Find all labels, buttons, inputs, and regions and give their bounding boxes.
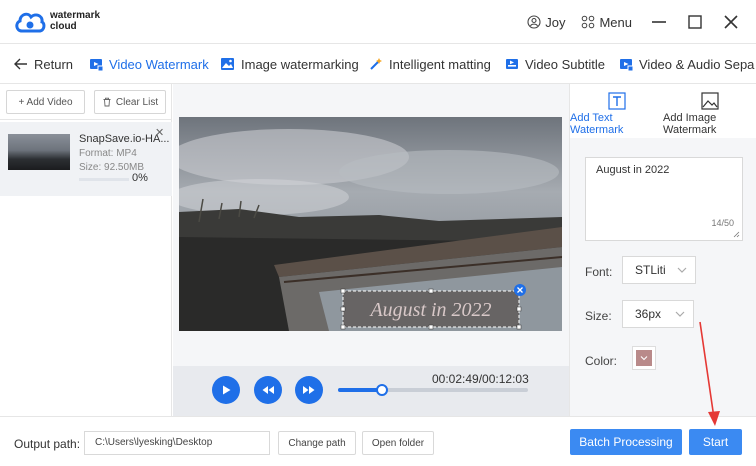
close-window-button[interactable] bbox=[720, 11, 742, 33]
tab-add-image-label: Add Image Watermark bbox=[663, 112, 717, 136]
file-progress-label: 0% bbox=[132, 172, 148, 184]
rewind-icon bbox=[262, 386, 274, 394]
app-logo-text: watermark cloud bbox=[50, 10, 100, 32]
tab-video-audio-separation[interactable]: Video & Audio Sepa bbox=[619, 44, 755, 83]
user-name: Joy bbox=[545, 14, 566, 30]
title-bar: watermark cloud Joy Menu bbox=[0, 0, 756, 44]
magic-wand-icon bbox=[370, 58, 382, 70]
tab-video-watermark-label: Video Watermark bbox=[109, 56, 209, 72]
character-counter: 14/50 bbox=[711, 218, 734, 228]
watermark-text-input[interactable]: August in 2022 14/50 bbox=[585, 157, 743, 241]
user-account[interactable]: Joy bbox=[527, 15, 565, 30]
tab-video-subtitle-label: Video Subtitle bbox=[525, 56, 605, 72]
chevron-down-icon bbox=[677, 267, 687, 273]
tab-add-text-watermark[interactable]: Add Text Watermark bbox=[570, 84, 662, 138]
logo-line-1: watermark bbox=[50, 10, 101, 21]
file-list-panel: + Add Video Clear List SnapSave.io-HA...… bbox=[0, 84, 172, 416]
output-path-field[interactable]: C:\Users\lyesking\Desktop bbox=[84, 431, 270, 455]
player-controls: 00:02:49/00:12:03 bbox=[173, 366, 569, 416]
color-swatch bbox=[636, 350, 652, 366]
tab-image-watermarking-label: Image watermarking bbox=[241, 56, 359, 72]
tab-intelligent-matting-label: Intelligent matting bbox=[389, 56, 491, 72]
chevron-down-icon bbox=[640, 356, 648, 361]
clear-list-button[interactable]: Clear List bbox=[94, 90, 166, 114]
video-frame-image: August in 2022 bbox=[179, 117, 562, 331]
timeline-scrubber-handle[interactable] bbox=[375, 384, 388, 396]
chevron-down-icon bbox=[675, 311, 685, 317]
color-picker[interactable] bbox=[632, 346, 656, 370]
batch-processing-button[interactable]: Batch Processing bbox=[570, 429, 682, 455]
annotation-arrow-icon bbox=[699, 321, 720, 426]
tab-video-watermark[interactable]: Video Watermark bbox=[89, 44, 209, 83]
minimize-icon bbox=[652, 21, 666, 23]
video-preview[interactable]: August in 2022 bbox=[179, 117, 562, 331]
text-box-icon bbox=[608, 92, 626, 110]
font-select[interactable]: STLiti bbox=[622, 256, 696, 284]
play-button[interactable] bbox=[212, 376, 240, 404]
image-icon bbox=[221, 58, 234, 70]
text-watermark-form: August in 2022 14/50 Font: STLiti Size: … bbox=[570, 138, 756, 416]
file-list-toolbar: + Add Video Clear List bbox=[0, 84, 171, 120]
logo-line-2: cloud bbox=[50, 21, 77, 32]
user-icon bbox=[527, 15, 541, 29]
tab-return-label: Return bbox=[34, 56, 74, 72]
tab-video-audio-label: Video & Audio Sepa bbox=[639, 56, 755, 72]
tab-add-text-label: Add Text Watermark bbox=[570, 112, 624, 136]
cloud-logo-icon bbox=[15, 12, 46, 33]
play-icon bbox=[223, 385, 231, 395]
minimize-button[interactable] bbox=[648, 11, 670, 33]
change-path-button[interactable]: Change path bbox=[278, 431, 356, 455]
watermark-settings-panel: Add Text Watermark Add Image Watermark A… bbox=[569, 84, 756, 416]
video-audio-icon bbox=[620, 59, 633, 71]
color-label: Color: bbox=[585, 354, 618, 368]
open-folder-button[interactable]: Open folder bbox=[362, 431, 434, 455]
tab-intelligent-matting[interactable]: Intelligent matting bbox=[369, 44, 491, 83]
maximize-icon bbox=[688, 15, 702, 29]
tool-tab-bar: Return Video Watermark Image watermarkin… bbox=[0, 44, 756, 84]
file-format: Format: MP4 bbox=[79, 148, 137, 159]
menu-label: Menu bbox=[599, 14, 632, 30]
tab-image-watermarking[interactable]: Image watermarking bbox=[220, 44, 359, 83]
grid-menu-icon bbox=[582, 15, 595, 29]
remove-file-close-icon[interactable]: ✕ bbox=[155, 126, 164, 139]
maximize-button[interactable] bbox=[684, 11, 706, 33]
close-icon bbox=[724, 15, 738, 29]
arrow-left-icon bbox=[14, 58, 27, 70]
output-bar: Output path: C:\Users\lyesking\Desktop C… bbox=[0, 416, 756, 466]
resize-handle-icon[interactable] bbox=[733, 231, 740, 238]
menu-button[interactable]: Menu bbox=[581, 15, 632, 30]
watermark-text-value: August in 2022 bbox=[596, 164, 670, 176]
watermark-text-overlay[interactable]: August in 2022 bbox=[368, 299, 491, 321]
playback-timecode: 00:02:49/00:12:03 bbox=[432, 372, 529, 386]
rewind-button[interactable] bbox=[254, 376, 282, 404]
file-progress-bar bbox=[79, 178, 129, 181]
video-thumbnail bbox=[8, 134, 70, 170]
output-path-label: Output path: bbox=[14, 437, 81, 451]
start-button[interactable]: Start bbox=[689, 429, 742, 455]
image-frame-icon bbox=[701, 92, 719, 110]
clear-list-label: Clear List bbox=[115, 96, 159, 108]
tab-video-subtitle[interactable]: Video Subtitle bbox=[505, 44, 605, 83]
size-value: 36px bbox=[635, 307, 662, 321]
size-label: Size: bbox=[585, 309, 612, 323]
fast-forward-button[interactable] bbox=[295, 376, 323, 404]
font-label: Font: bbox=[585, 265, 613, 279]
video-watermark-icon bbox=[90, 59, 103, 71]
preview-area: August in 2022 00:02:49/00:12:03 bbox=[173, 84, 569, 416]
add-video-button[interactable]: + Add Video bbox=[6, 90, 85, 114]
playback-timeline[interactable] bbox=[338, 384, 528, 396]
file-list-item[interactable]: SnapSave.io-HA... Format: MP4 Size: 92.5… bbox=[0, 122, 172, 196]
trash-icon bbox=[103, 97, 111, 107]
fast-forward-icon bbox=[303, 386, 315, 394]
video-subtitle-icon bbox=[506, 59, 518, 69]
tab-add-image-watermark[interactable]: Add Image Watermark bbox=[663, 84, 756, 138]
return-button[interactable]: Return bbox=[14, 44, 74, 83]
watermark-remove-icon[interactable] bbox=[514, 284, 526, 296]
size-select[interactable]: 36px bbox=[622, 300, 694, 328]
font-value: STLiti bbox=[635, 263, 666, 277]
